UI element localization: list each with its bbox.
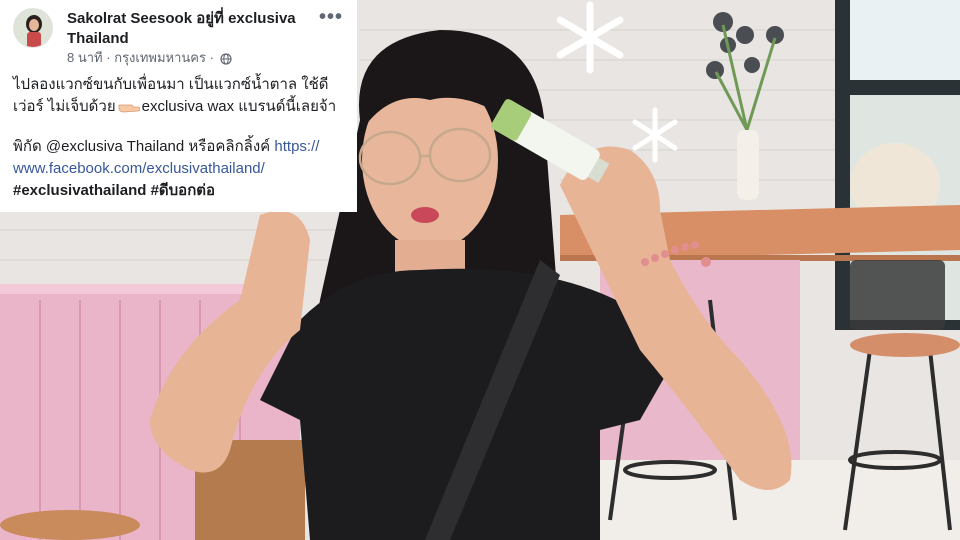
- hashtag[interactable]: #exclusivathailand: [13, 182, 146, 199]
- post-meta: 8 นาที · กรุงเทพมหานคร ·: [67, 50, 232, 66]
- post-text-line: ไปลองแวกซ์ขนกับเพื่อนมา เป็นแวกซ์น้ำตาล …: [13, 76, 329, 93]
- post-text-segment: พิกัด @exclusiva Thailand หรือคลิกลิ้งค์: [13, 138, 271, 155]
- more-options-icon[interactable]: •••: [319, 6, 343, 29]
- post-link-continued[interactable]: www.facebook.com/exclusivathailand/: [13, 160, 265, 177]
- avatar[interactable]: [13, 8, 53, 48]
- author-name[interactable]: Sakolrat Seesook: [67, 10, 192, 27]
- author-line: Sakolrat Seesook อยู่ที่ exclusiva Thail…: [67, 9, 307, 49]
- hashtag[interactable]: #ดีบอกต่อ: [151, 182, 215, 199]
- post-text-segment: exclusiva wax แบรนด์นี้เลยจ้า: [141, 98, 337, 115]
- post-text-line: พิกัด @exclusiva Thailand หรือคลิกลิ้งค์…: [13, 136, 349, 158]
- post-text-line: www.facebook.com/exclusivathailand/: [13, 158, 349, 180]
- post-link[interactable]: https://: [274, 138, 319, 155]
- post-place[interactable]: กรุงเทพมหานคร: [114, 50, 206, 65]
- post-time[interactable]: 8 นาที: [67, 50, 103, 65]
- globe-icon[interactable]: [219, 53, 232, 65]
- avatar-image: [14, 9, 52, 47]
- post-text-segment: เว่อร์ ไม่เจ็บด้วย: [13, 98, 116, 115]
- meta-separator: ·: [106, 50, 111, 65]
- pointing-hand-emoji: [118, 98, 141, 120]
- meta-separator: ·: [209, 50, 214, 65]
- post-body: ไปลองแวกซ์ขนกับเพื่อนมา เป็นแวกซ์น้ำตาล …: [13, 74, 349, 202]
- post-hashtags: #exclusivathailand #ดีบอกต่อ: [13, 180, 349, 202]
- post-text-line: เว่อร์ ไม่เจ็บด้วย exclusiva wax แบรนด์นี…: [13, 96, 349, 120]
- facebook-post-card: Sakolrat Seesook อยู่ที่ exclusiva Thail…: [0, 0, 357, 212]
- location-prefix: อยู่ที่: [196, 10, 224, 27]
- post-header: Sakolrat Seesook อยู่ที่ exclusiva Thail…: [13, 6, 349, 70]
